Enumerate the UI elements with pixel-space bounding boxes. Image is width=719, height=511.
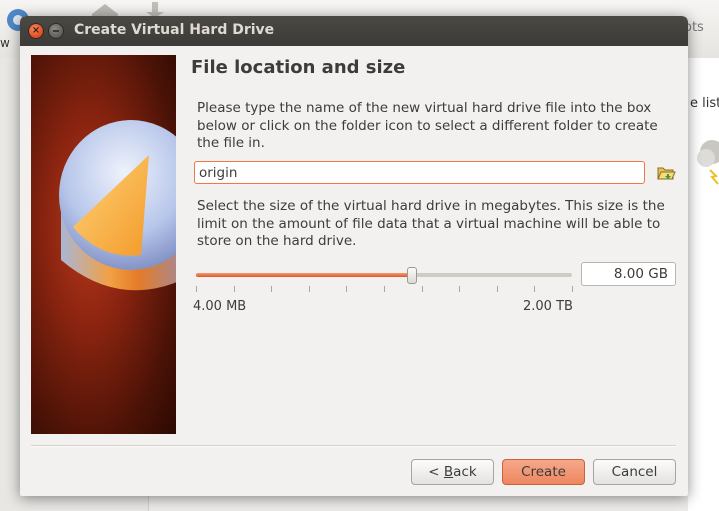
slider-max-label: 2.00 TB <box>523 299 573 314</box>
button-separator <box>31 445 676 447</box>
file-location-description: Please type the name of the new virtual … <box>197 100 658 151</box>
slider-fill <box>196 273 412 277</box>
back-button-rest: ack <box>453 464 477 480</box>
back-button[interactable]: < Back <box>411 459 494 485</box>
slider-tick <box>346 286 347 292</box>
file-name-input[interactable] <box>194 161 645 184</box>
close-icon[interactable]: × <box>29 24 43 38</box>
size-input[interactable]: 8.00 GB <box>581 262 676 286</box>
minimize-icon[interactable] <box>49 24 63 38</box>
back-button-mnemonic: B <box>443 464 454 480</box>
details-panel <box>688 58 719 511</box>
slider-min-label: 4.00 MB <box>193 299 247 314</box>
slider-tick <box>234 286 235 292</box>
title-bar[interactable]: × Create Virtual Hard Drive <box>20 16 688 46</box>
cancel-button[interactable]: Cancel <box>593 459 676 485</box>
slider-handle[interactable] <box>407 267 417 284</box>
slider-tick <box>497 286 498 292</box>
size-slider[interactable] <box>196 266 572 286</box>
slider-tick <box>572 286 573 292</box>
slider-tick <box>271 286 272 292</box>
new-machine-label: w <box>0 36 10 50</box>
size-description: Select the size of the virtual hard driv… <box>197 198 665 249</box>
slider-tick <box>196 286 197 292</box>
create-virtual-hard-drive-dialog: × Create Virtual Hard Drive File locatio… <box>20 16 688 496</box>
welcome-illustration-icon <box>692 130 719 188</box>
hard-disk-illustration <box>31 55 176 434</box>
slider-tick <box>422 286 423 292</box>
slider-tick <box>534 286 535 292</box>
slider-tick <box>459 286 460 292</box>
page-title: File location and size <box>191 57 406 78</box>
back-button-prefix: < <box>428 464 444 480</box>
slider-tick <box>384 286 385 292</box>
slider-ticks <box>196 286 573 294</box>
window-title: Create Virtual Hard Drive <box>74 22 275 38</box>
create-button[interactable]: Create <box>502 459 585 485</box>
details-text: e list i <box>690 96 719 111</box>
slider-tick <box>309 286 310 292</box>
folder-open-icon[interactable] <box>656 163 676 183</box>
